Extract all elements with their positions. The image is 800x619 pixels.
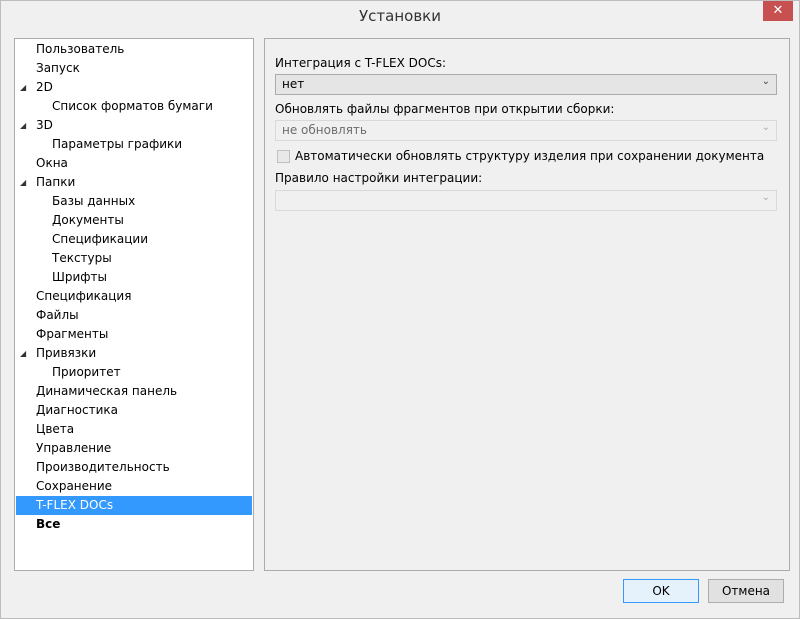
- tree-item-label: T-FLEX DOCs: [36, 498, 114, 512]
- close-button[interactable]: ✕: [763, 1, 793, 21]
- tree-item-label: Папки: [36, 175, 76, 189]
- tree-item-label: Приоритет: [52, 365, 121, 379]
- cancel-button[interactable]: Отмена: [708, 579, 784, 603]
- tree-item[interactable]: Спецификации: [16, 230, 252, 249]
- window-title: Установки: [359, 7, 441, 25]
- expand-arrow-icon[interactable]: ◢: [20, 78, 26, 97]
- tree-item[interactable]: Текстуры: [16, 249, 252, 268]
- update-fragments-label: Обновлять файлы фрагментов при открытии …: [275, 102, 615, 116]
- tree-item[interactable]: ◢ 3D: [16, 116, 252, 135]
- tree-item-label: Текстуры: [52, 251, 112, 265]
- tree-item-label: Список форматов бумаги: [52, 99, 213, 113]
- tree-item-label: Параметры графики: [52, 137, 183, 151]
- expand-arrow-icon[interactable]: ◢: [20, 116, 26, 135]
- tree-item[interactable]: Диагностика: [16, 401, 252, 420]
- chevron-down-icon: ⌄: [761, 192, 770, 203]
- tree-item[interactable]: ◢ Привязки: [16, 344, 252, 363]
- tree-item-label: Запуск: [36, 61, 80, 75]
- tree-item[interactable]: T-FLEX DOCs: [16, 496, 252, 515]
- tree-item[interactable]: Сохранение: [16, 477, 252, 496]
- auto-update-label: Автоматически обновлять структуру издели…: [295, 149, 765, 163]
- tree-item[interactable]: Запуск: [16, 59, 252, 78]
- tree-item[interactable]: ◢ Папки: [16, 173, 252, 192]
- expand-arrow-icon[interactable]: ◢: [20, 344, 26, 363]
- integration-label: Интеграция с T-FLEX DOCs:: [275, 56, 447, 70]
- tree-item[interactable]: Управление: [16, 439, 252, 458]
- settings-tree[interactable]: Пользователь Запуск ◢ 2D Список форматов бум…: [14, 38, 254, 571]
- tree-item[interactable]: Пользователь: [16, 40, 252, 59]
- tree-item-label: Фрагменты: [36, 327, 109, 341]
- tree-item-label: 2D: [36, 80, 53, 94]
- chevron-down-icon: ⌄: [761, 122, 770, 133]
- tree-item[interactable]: Спецификация: [16, 287, 252, 306]
- expand-arrow-icon[interactable]: ◢: [20, 173, 26, 192]
- tree-item-label: Спецификации: [52, 232, 148, 246]
- tree-item-label: Спецификация: [36, 289, 132, 303]
- tree-item-label: Цвета: [36, 422, 75, 436]
- tree-item-label: Базы данных: [52, 194, 136, 208]
- tree-item[interactable]: Документы: [16, 211, 252, 230]
- title-bar: Установки ✕: [1, 1, 799, 31]
- chevron-down-icon: ⌄: [761, 76, 770, 87]
- tree-item[interactable]: Файлы: [16, 306, 252, 325]
- tree-item[interactable]: ◢ 2D: [16, 78, 252, 97]
- integration-rule-label: Правило настройки интеграции:: [275, 171, 483, 185]
- integration-select-value: нет: [282, 77, 305, 91]
- integration-select[interactable]: нет ⌄: [275, 74, 777, 95]
- tree-item-label: Файлы: [36, 308, 79, 322]
- update-fragments-select[interactable]: не обновлять ⌄: [275, 120, 777, 141]
- tree-item-label: Шрифты: [52, 270, 107, 284]
- update-fragments-select-value: не обновлять: [282, 123, 367, 137]
- tree-item-label: Привязки: [36, 346, 97, 360]
- tree-item[interactable]: Базы данных: [16, 192, 252, 211]
- tree-item[interactable]: Список форматов бумаги: [16, 97, 252, 116]
- tree-item[interactable]: Окна: [16, 154, 252, 173]
- tree-item[interactable]: Динамическая панель: [16, 382, 252, 401]
- tree-item-label: Окна: [36, 156, 68, 170]
- tree-item-label: Диагностика: [36, 403, 119, 417]
- tree-item[interactable]: Шрифты: [16, 268, 252, 287]
- ok-button[interactable]: OK: [623, 579, 699, 603]
- settings-dialog: Установки ✕ Пользователь Запуск ◢ 2D Список …: [0, 0, 800, 619]
- tree-item-label: Производительность: [36, 460, 170, 474]
- tree-item[interactable]: Фрагменты: [16, 325, 252, 344]
- auto-update-checkbox[interactable]: [277, 150, 290, 163]
- close-icon: ✕: [772, 3, 784, 18]
- tree-item[interactable]: Производительность: [16, 458, 252, 477]
- tree-item-label: Все: [36, 517, 61, 531]
- tree-item-label: Сохранение: [36, 479, 113, 493]
- tree-item-label: Пользователь: [36, 42, 125, 56]
- tree-item-label: Управление: [36, 441, 112, 455]
- tree-item-label: 3D: [36, 118, 53, 132]
- tree-item-label: Документы: [52, 213, 124, 227]
- integration-rule-select[interactable]: ⌄: [275, 190, 777, 211]
- tree-item[interactable]: Все: [16, 515, 252, 534]
- tflex-docs-settings-panel: Интеграция с T-FLEX DOCs: нет ⌄ Обновлят…: [264, 38, 790, 571]
- tree-item[interactable]: Параметры графики: [16, 135, 252, 154]
- tree-item[interactable]: Цвета: [16, 420, 252, 439]
- tree-item-label: Динамическая панель: [36, 384, 178, 398]
- tree-item[interactable]: Приоритет: [16, 363, 252, 382]
